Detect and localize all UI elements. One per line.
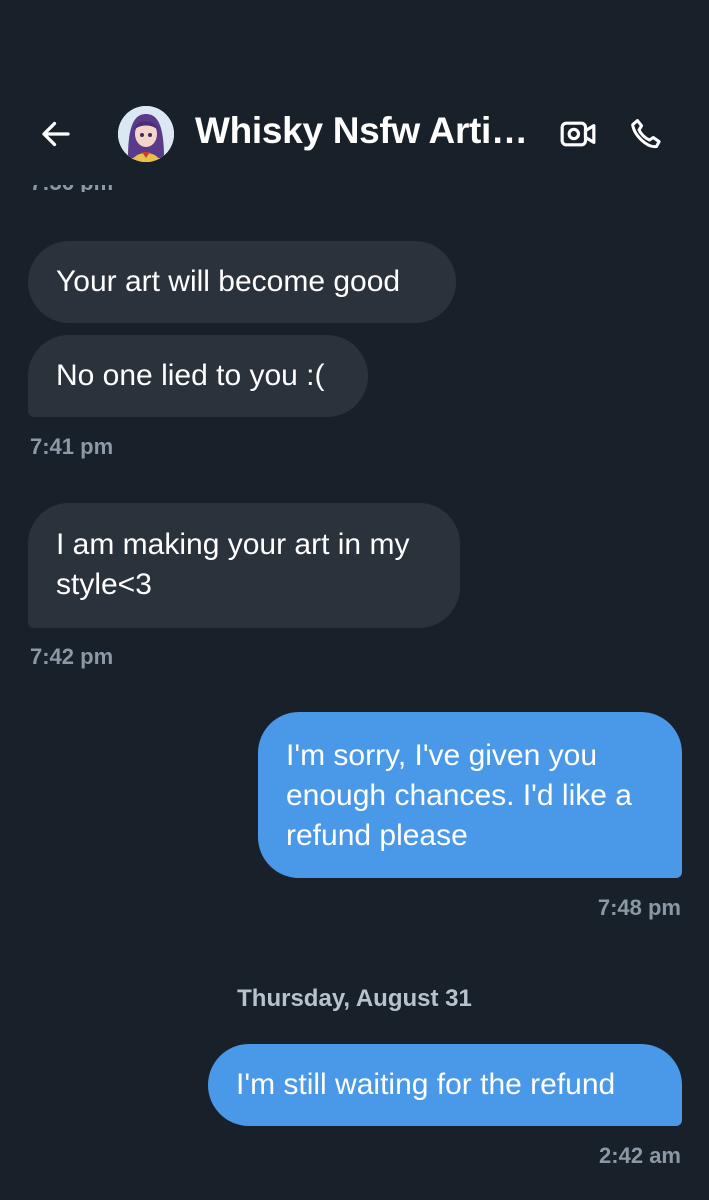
message-text-line: style<3 — [56, 568, 152, 601]
back-arrow-icon — [42, 121, 70, 147]
message-text: I'm still waiting for the refund — [236, 1068, 616, 1101]
video-call-icon — [560, 121, 596, 147]
timestamp: 2:42 am — [599, 1143, 681, 1168]
message-bubble-incoming[interactable]: Your art will become good — [28, 241, 456, 323]
message-bubble-outgoing[interactable]: I'm still waiting for the refund — [208, 1044, 682, 1126]
video-call-button[interactable] — [556, 112, 600, 156]
date-separator: Thursday, August 31 — [237, 985, 472, 1012]
avatar-image — [118, 106, 174, 162]
phone-call-button[interactable] — [624, 112, 668, 156]
back-button[interactable] — [36, 114, 76, 154]
message-text-line: refund please — [286, 819, 468, 852]
message-text-line: I'm sorry, I've given you — [286, 739, 598, 772]
message-text-line: I am making your art in my — [56, 528, 410, 561]
message-text: No one lied to you :( — [56, 359, 325, 392]
message-bubble-outgoing[interactable]: I'm sorry, I've given you enough chances… — [258, 712, 682, 878]
avatar[interactable] — [118, 106, 174, 162]
phone-icon — [631, 119, 661, 149]
message-text: Your art will become good — [56, 265, 401, 298]
message-text-line: enough chances. I'd like a — [286, 779, 632, 812]
message-bubble-incoming[interactable]: I am making your art in my style<3 — [28, 503, 460, 628]
chat-header: Whisky Nsfw Artist... — [0, 0, 709, 185]
message-bubble-incoming[interactable]: No one lied to you :( — [28, 335, 368, 417]
timestamp: 7:42 pm — [30, 644, 114, 669]
timestamp: 7:41 pm — [30, 434, 114, 459]
timestamp: 7:48 pm — [597, 895, 681, 920]
conversation-title[interactable]: Whisky Nsfw Artist... — [195, 110, 545, 152]
